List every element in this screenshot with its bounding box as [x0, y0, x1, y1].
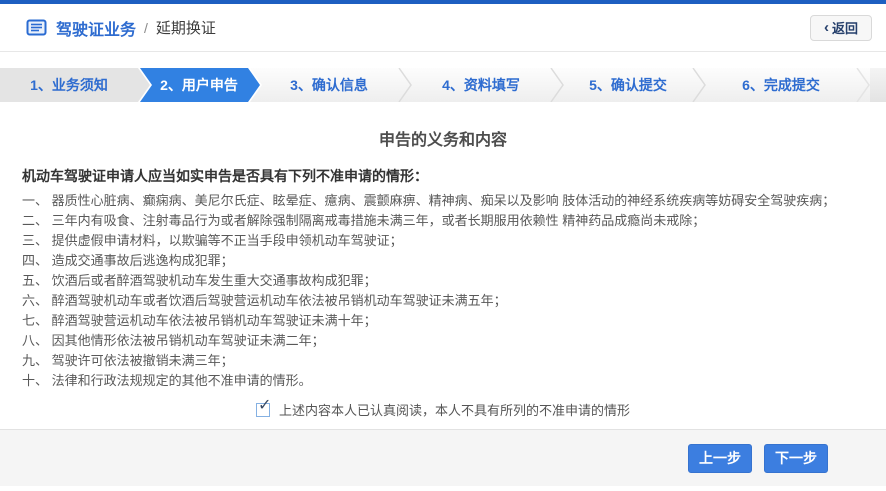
declaration-item-list: 一、 器质性心脏病、癫痫病、美尼尔氏症、眩晕症、癔病、震颤麻痹、精神病、痴呆以及… — [22, 191, 868, 391]
breadcrumb-root[interactable]: 驾驶证业务 — [56, 16, 136, 40]
declaration-item: 七、 醉酒驾驶营运机动车依法被吊销机动车驾驶证未满十年； — [22, 313, 377, 328]
declaration-item: 二、 三年内有吸食、注射毒品行为或者解除强制隔离戒毒措施未满三年，或者长期服用依… — [22, 213, 706, 228]
confirm-row: ✓ 上述内容本人已认真阅读，本人不具有所列的不准申请的情形 — [0, 397, 886, 419]
wizard-step-1-business-notice[interactable]: 1、业务须知 — [0, 68, 150, 102]
step-wizard: 1、业务须知 2、用户申告 3、确认信息 4、资料填写 5、确认提交 6、完成提… — [0, 68, 886, 102]
chevron-left-icon: ‹ — [823, 19, 829, 36]
wizard-step-6-complete-submit[interactable]: 6、完成提交 — [706, 68, 856, 102]
declaration-item: 八、 因其他情形依法被吊销机动车驾驶证未满二年； — [22, 333, 325, 348]
header: 驾驶证业务 / 延期换证 ‹ 返回 — [0, 4, 886, 52]
step-separator-icon — [550, 68, 564, 102]
declaration-item: 九、 驾驶许可依法被撤销未满三年； — [22, 353, 234, 368]
checkmark-icon: ✓ — [257, 396, 272, 414]
back-button-label: 返回 — [831, 21, 858, 36]
wizard-trailing-area — [870, 68, 886, 102]
wizard-step-4-fill-materials[interactable]: 4、资料填写 — [412, 68, 550, 102]
license-card-icon — [26, 19, 47, 36]
step-separator-icon — [856, 68, 870, 102]
wizard-step-3-confirm-info[interactable]: 3、确认信息 — [260, 68, 398, 102]
back-button[interactable]: ‹ 返回 — [809, 14, 872, 41]
declaration-item: 三、 提供虚假申请材料，以欺骗等不正当手段申领机动车驾驶证； — [22, 233, 403, 248]
declaration-item: 六、 醉酒驾驶机动车或者饮酒后驾驶营运机动车依法被吊销机动车驾驶证未满五年； — [22, 293, 507, 308]
driver-license-renewal-page: 驾驶证业务 / 延期换证 ‹ 返回 1、业务须知 2、用户申告 3、确认信息 4… — [0, 0, 886, 491]
declaration-item: 四、 造成交通事故后逃逸构成犯罪； — [22, 253, 234, 268]
step-separator-icon — [398, 68, 412, 102]
wizard-step-2-user-declaration[interactable]: 2、用户申告 — [138, 68, 260, 102]
previous-step-button[interactable]: 上一步 — [688, 443, 752, 473]
breadcrumb-current: 延期换证 — [155, 20, 216, 37]
declaration-content: 申告的义务和内容 机动车驾驶证申请人应当如实申告是否具有下列不准申请的情形： 一… — [0, 102, 886, 429]
declaration-intro: 机动车驾驶证申请人应当如实申告是否具有下列不准申请的情形： — [22, 168, 428, 184]
declaration-confirm-checkbox[interactable]: ✓ — [255, 397, 271, 417]
declaration-item: 十、 法律和行政法规规定的其他不准申请的情形。 — [22, 373, 312, 388]
next-step-button[interactable]: 下一步 — [764, 443, 828, 473]
footer-action-bar: 上一步 下一步 — [0, 429, 886, 486]
page-title: 申告的义务和内容 — [378, 132, 507, 149]
declaration-item: 一、 器质性心脏病、癫痫病、美尼尔氏症、眩晕症、癔病、震颤麻痹、精神病、痴呆以及… — [22, 193, 836, 208]
breadcrumb-separator: / — [144, 19, 148, 36]
declaration-confirm-label: 上述内容本人已认真阅读，本人不具有所列的不准申请的情形 — [278, 403, 630, 418]
step-separator-icon — [692, 68, 706, 102]
wizard-step-5-confirm-submit[interactable]: 5、确认提交 — [564, 68, 692, 102]
declaration-item: 五、 饮酒后或者醉酒驾驶机动车发生重大交通事故构成犯罪； — [22, 273, 377, 288]
